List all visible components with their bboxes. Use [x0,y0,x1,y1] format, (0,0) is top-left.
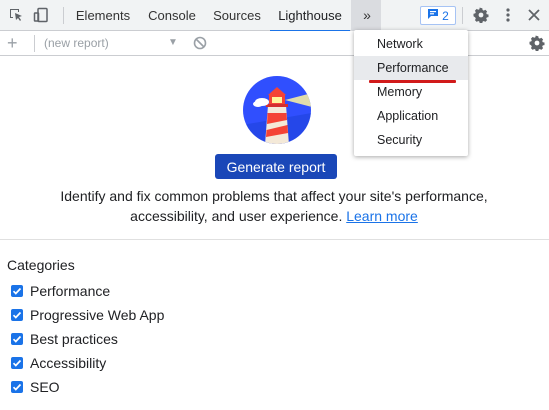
category-seo[interactable]: SEO [11,375,164,399]
issues-button[interactable]: 2 [420,6,456,25]
close-icon[interactable] [524,5,544,25]
devtools-tabbar: Elements Console Sources Lighthouse » 2 [0,0,549,32]
learn-more-link[interactable]: Learn more [346,208,418,224]
menu-item-performance[interactable]: Performance [354,56,468,83]
section-divider [0,239,549,240]
checkbox-checked-icon[interactable] [11,309,23,321]
menu-item-memory[interactable]: Memory [354,80,468,104]
more-tabs-button[interactable]: » [351,0,381,31]
clear-block-icon[interactable] [193,36,207,50]
checkbox-checked-icon[interactable] [11,357,23,369]
tab-console[interactable]: Console [142,0,202,31]
lighthouse-settings-gear-icon[interactable] [527,33,547,53]
menu-item-application[interactable]: Application [354,104,468,128]
generate-report-button[interactable]: Generate report [215,154,337,179]
menu-item-network[interactable]: Network [354,32,468,56]
checkbox-checked-icon[interactable] [11,381,23,393]
category-label: Accessibility [30,355,107,371]
issues-icon [427,8,439,23]
description-text: Identify and fix common problems that af… [60,188,488,224]
category-label: Performance [30,283,111,299]
checkbox-checked-icon[interactable] [11,285,23,297]
more-options-icon[interactable] [498,5,518,25]
category-accessibility[interactable]: Accessibility [11,351,164,375]
tab-elements[interactable]: Elements [71,0,135,31]
tab-lighthouse[interactable]: Lighthouse [270,0,350,32]
new-report-plus-icon[interactable]: + [7,32,18,54]
category-performance[interactable]: Performance [11,279,164,303]
issues-count: 2 [442,8,449,23]
checkbox-checked-icon[interactable] [11,333,23,345]
device-toolbar-icon[interactable] [31,5,51,25]
lighthouse-logo-icon [242,75,312,145]
category-label: Progressive Web App [30,307,165,323]
menu-item-security[interactable]: Security [354,128,468,152]
category-label: SEO [30,379,60,395]
categories-list: Performance Progressive Web App Best pra… [11,279,164,399]
category-best-practices[interactable]: Best practices [11,327,164,351]
menu-item-label: Performance [377,61,449,75]
settings-gear-icon[interactable] [471,5,491,25]
categories-heading: Categories [7,257,75,273]
category-label: Best practices [30,331,118,347]
report-select[interactable]: (new report) [44,36,109,50]
inspect-element-icon[interactable] [6,5,26,25]
tab-sources[interactable]: Sources [208,0,266,31]
lighthouse-description: Identify and fix common problems that af… [40,186,508,226]
more-tabs-dropdown: Network Performance Memory Application S… [354,30,468,156]
chevron-down-icon[interactable]: ▼ [168,37,178,48]
category-pwa[interactable]: Progressive Web App [11,303,164,327]
